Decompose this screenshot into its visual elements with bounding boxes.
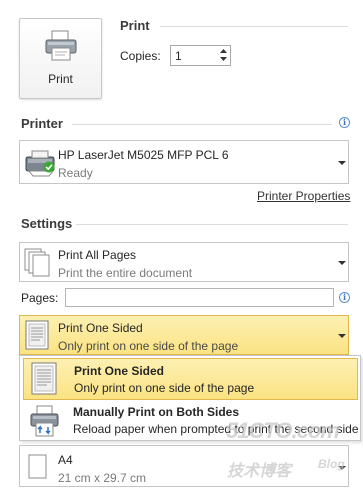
printer-status: Ready <box>58 166 93 180</box>
pages-dropdown-label: Print All Pages <box>58 248 137 262</box>
paper-size-dropdown[interactable]: A4 21 cm x 29.7 cm <box>19 445 349 487</box>
sides-dropdown-sub: Only print on one side of the page <box>58 339 239 353</box>
copies-stepper[interactable]: 1 <box>170 45 231 66</box>
menu-item-label: Manually Print on Both Sides <box>73 405 240 419</box>
sides-dropdown-label: Print One Sided <box>58 321 143 335</box>
paper-size-sub: 21 cm x 29.7 cm <box>58 471 147 485</box>
print-heading: Print <box>120 18 150 33</box>
manual-duplex-icon <box>30 405 59 437</box>
paper-icon <box>28 454 47 479</box>
print-button-label: Print <box>48 72 73 86</box>
stepper-up-icon[interactable] <box>218 47 229 55</box>
pages-info-icon[interactable]: i <box>339 292 350 303</box>
pages-dropdown-sub: Print the entire document <box>58 266 193 280</box>
print-heading-divider <box>160 26 348 27</box>
pages-input[interactable] <box>65 288 334 307</box>
chevron-down-icon <box>338 334 346 338</box>
printer-heading-divider <box>72 124 332 125</box>
settings-heading: Settings <box>21 216 73 231</box>
paper-size-label: A4 <box>58 453 73 467</box>
one-sided-page-icon <box>31 362 57 395</box>
one-sided-page-icon <box>25 320 49 350</box>
watermark-subtitle: 技术博客 <box>227 463 292 480</box>
chevron-down-icon <box>338 161 346 165</box>
watermark-logo: 51CTO.com <box>226 418 340 443</box>
stepper-down-icon[interactable] <box>218 55 229 63</box>
menu-item-label: Print One Sided <box>74 364 165 378</box>
menu-item-one-sided[interactable]: Print One Sided Only print on one side o… <box>23 358 358 400</box>
pages-label: Pages: <box>21 291 59 305</box>
printer-heading: Printer <box>21 116 63 131</box>
copies-value: 1 <box>175 49 182 63</box>
printer-dropdown[interactable]: HP LaserJet M5025 MFP PCL 6 Ready <box>19 140 349 184</box>
printer-properties-link[interactable]: Printer Properties <box>257 189 350 203</box>
printer-info-icon[interactable]: i <box>339 117 350 128</box>
printer-icon <box>45 30 77 61</box>
pages-dropdown[interactable]: Print All Pages Print the entire documen… <box>19 242 349 282</box>
printer-name: HP LaserJet M5025 MFP PCL 6 <box>58 148 229 162</box>
chevron-down-icon <box>338 261 346 265</box>
watermark-blog: Blog <box>318 457 345 471</box>
status-check-icon <box>43 161 55 173</box>
sides-dropdown[interactable]: Print One Sided Only print on one side o… <box>19 315 349 355</box>
all-pages-icon <box>24 248 50 277</box>
print-button[interactable]: Print <box>19 18 102 99</box>
settings-heading-divider <box>76 224 348 225</box>
copies-label: Copies: <box>120 49 161 63</box>
menu-item-sub: Only print on one side of the page <box>74 381 255 395</box>
